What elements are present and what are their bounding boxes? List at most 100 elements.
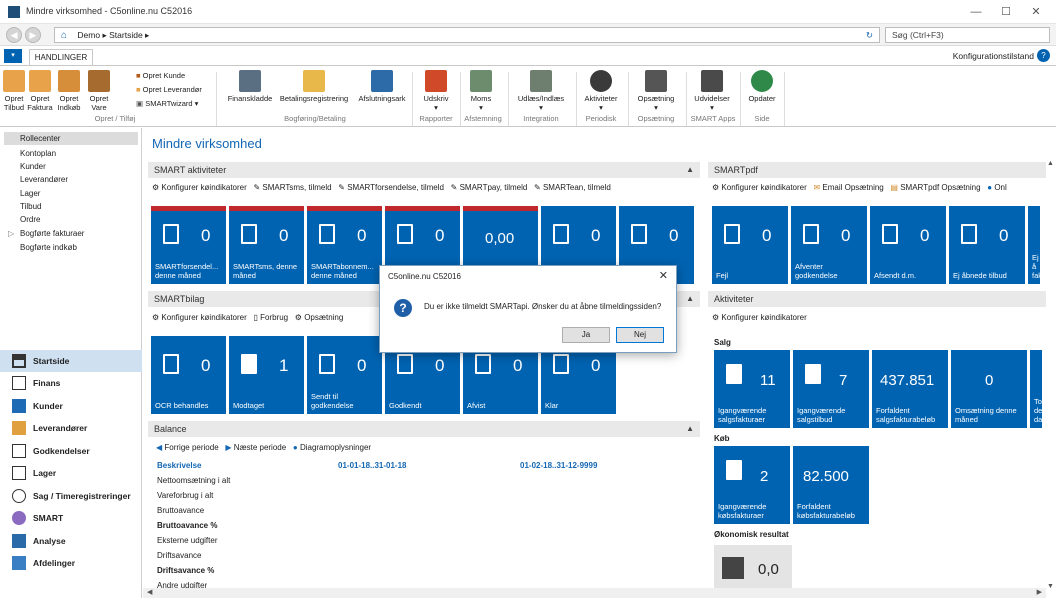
nav-section-analyse[interactable]: Analyse xyxy=(0,530,142,552)
configure-indicators-link[interactable]: Konfigurer køindikatorer xyxy=(161,183,246,192)
balance-row[interactable]: Driftsavance % xyxy=(157,563,214,578)
smartpdf-tile[interactable]: 0 Ej åbnede tilbud xyxy=(949,206,1025,284)
no-button[interactable]: Nej xyxy=(616,327,664,343)
home-icon[interactable]: ⌂ xyxy=(61,30,67,41)
balance-row[interactable]: Eksterne udgifter xyxy=(157,533,217,548)
smartean-signup-link[interactable]: SMARTean, tilmeld xyxy=(543,183,611,192)
config-mode-link[interactable]: Konfigurationstilstand xyxy=(953,51,1034,61)
nav-section-leverandoerer[interactable]: Leverandører xyxy=(0,417,142,439)
email-setup-link[interactable]: Email Opsætning xyxy=(822,183,883,192)
smartpdf-setup-link[interactable]: SMARTpdf Opsætning xyxy=(900,183,980,192)
smartpdf-tile[interactable]: 0 Fejl xyxy=(712,206,788,284)
configure-indicators-link[interactable]: Konfigurer køindikatorer xyxy=(161,313,246,322)
horizontal-scrollbar[interactable]: ◀ ▶ xyxy=(143,588,1046,598)
nav-section-afdelinger[interactable]: Afdelinger xyxy=(0,552,142,574)
nav-section-smart[interactable]: SMART xyxy=(0,507,142,529)
setup-button[interactable]: Opsætning ▾ xyxy=(632,70,680,112)
extensions-button[interactable]: Udvidelser ▾ xyxy=(690,70,734,112)
online-link[interactable]: Onl xyxy=(994,183,1006,192)
collapse-icon[interactable]: ▲ xyxy=(686,421,694,437)
activities-button[interactable]: Aktiviteter ▾ xyxy=(580,70,622,112)
smartpdf-tile[interactable]: Ej å fakt xyxy=(1028,206,1042,284)
expand-icon[interactable]: ▷ xyxy=(8,229,14,238)
smartpay-signup-link[interactable]: SMARTpay, tilmeld xyxy=(460,183,528,192)
collapse-icon[interactable]: ▲ xyxy=(686,291,694,307)
smartsms-signup-link[interactable]: SMARTsms, tilmeld xyxy=(262,183,331,192)
purchase-tile[interactable]: 2 Igangværende købsfakturaer xyxy=(714,446,790,524)
column-header-period2[interactable]: 01-02-18..31-12-9999 xyxy=(520,458,597,473)
balance-row[interactable]: Nettoomsætning i alt xyxy=(157,473,230,488)
yes-button[interactable]: Ja xyxy=(562,327,610,343)
back-icon[interactable]: ◀ xyxy=(6,27,22,43)
minimize-button[interactable]: — xyxy=(962,3,990,21)
create-vendor-button[interactable]: ■ Opret Leverandør xyxy=(136,84,202,95)
nav-item-bogfoerte-fakturaer[interactable]: Bogførte fakturaer xyxy=(20,229,84,238)
create-purchase-button[interactable]: Opret Indkøb xyxy=(56,70,82,112)
sales-tile[interactable]: 437.851 Forfaldent salgsfakturabeløb xyxy=(872,350,948,428)
forward-icon[interactable]: ▶ xyxy=(25,27,41,43)
smartpdf-tile[interactable]: 0 Afsendt d.m. xyxy=(870,206,946,284)
nav-item-ordre[interactable]: Ordre xyxy=(20,215,40,224)
smart-activity-tile[interactable]: 0 SMARTabonnem... denne måned xyxy=(307,206,382,284)
vat-button[interactable]: Moms ▾ xyxy=(464,70,498,112)
smart-activity-tile[interactable]: 0 SMARTsms, denne måned xyxy=(229,206,304,284)
nav-item-leverandoerer[interactable]: Leverandører xyxy=(20,175,68,184)
balance-row[interactable]: Bruttoavance xyxy=(157,503,204,518)
nav-item-lager[interactable]: Lager xyxy=(20,189,40,198)
sales-tile[interactable]: 0 Omsætning denne måned xyxy=(951,350,1027,428)
purchase-tile[interactable]: 82.500 Forfaldent købsfakturabeløb xyxy=(793,446,869,524)
help-icon[interactable]: ? xyxy=(1037,49,1050,62)
smart-activity-tile[interactable]: 0 SMARTforsendel... denne måned xyxy=(151,206,226,284)
collapse-icon[interactable]: ▲ xyxy=(686,162,694,178)
create-quote-button[interactable]: Opret Tilbud xyxy=(3,70,25,112)
section-header-balance[interactable]: Balance ▲ xyxy=(148,421,700,437)
nav-item-bogfoerte-indkoeb[interactable]: Bogførte indkøb xyxy=(20,243,77,252)
import-export-button[interactable]: Udlæs/Indlæs ▾ xyxy=(512,70,570,112)
nav-section-lager[interactable]: Lager xyxy=(0,462,142,484)
breadcrumb-startside[interactable]: Startside xyxy=(109,30,143,40)
nav-item-kontoplan[interactable]: Kontoplan xyxy=(20,149,56,158)
consumption-link[interactable]: Forbrug xyxy=(260,313,288,322)
address-bar[interactable]: ⌂ Demo ▸ Startside ▸ ↻ xyxy=(54,27,880,43)
economic-result-tile[interactable]: 0,0 xyxy=(714,545,792,588)
sales-tile[interactable]: 7 Igangværende salgstilbud xyxy=(793,350,869,428)
smartforsendelse-signup-link[interactable]: SMARTforsendelse, tilmeld xyxy=(347,183,444,192)
diagram-info-link[interactable]: Diagramoplysninger xyxy=(300,443,371,452)
configure-indicators-link[interactable]: Konfigurer køindikatorer xyxy=(721,313,806,322)
payment-registration-button[interactable]: Betalingsregistrering xyxy=(276,70,352,103)
refresh-button[interactable]: Opdater xyxy=(744,70,780,103)
section-header-smart-aktiviteter[interactable]: SMART aktiviteter ▲ xyxy=(148,162,700,178)
balance-row[interactable]: Driftsavance xyxy=(157,548,201,563)
next-period-link[interactable]: Næste periode xyxy=(234,443,286,452)
smartpdf-tile[interactable]: 0 Afventer godkendelse xyxy=(791,206,867,284)
tab-handlinger[interactable]: HANDLINGER xyxy=(29,49,93,66)
refresh-icon[interactable]: ↻ xyxy=(866,28,873,42)
file-menu-button[interactable]: ▾ xyxy=(4,49,22,63)
sales-tile[interactable]: 11 Igangværende salgsfakturaer xyxy=(714,350,790,428)
smartbilag-tile[interactable]: 0 Sendt til godkendelse xyxy=(307,336,382,414)
create-invoice-button[interactable]: Opret Faktura xyxy=(27,70,53,112)
balance-row[interactable]: Andre udgifter xyxy=(157,578,207,588)
finanskladde-button[interactable]: Finanskladde xyxy=(224,70,276,103)
nav-section-startside[interactable]: Startside xyxy=(0,350,142,372)
nav-section-finans[interactable]: Finans xyxy=(0,372,142,394)
close-button[interactable]: ✕ xyxy=(1022,3,1050,21)
smartbilag-tile[interactable]: 0 OCR behandles xyxy=(151,336,226,414)
print-button[interactable]: Udskriv ▾ xyxy=(418,70,454,112)
nav-section-sag[interactable]: Sag / Timeregistreringer xyxy=(0,485,142,507)
balance-row[interactable]: Bruttoavance % xyxy=(157,518,217,533)
section-header-aktiviteter[interactable]: Aktiviteter xyxy=(708,291,1046,307)
section-header-smartpdf[interactable]: SMARTpdf xyxy=(708,162,1046,178)
dialog-close-icon[interactable]: ✕ xyxy=(659,269,668,282)
column-header-period1[interactable]: 01-01-18..31-01-18 xyxy=(338,458,407,473)
sales-tile[interactable]: To de da xyxy=(1030,350,1042,428)
configure-indicators-link[interactable]: Konfigurer køindikatorer xyxy=(721,183,806,192)
nav-item-tilbud[interactable]: Tilbud xyxy=(20,202,42,211)
smartwizard-button[interactable]: ▣ SMARTwizard ▾ xyxy=(136,98,198,109)
setup-link[interactable]: Opsætning xyxy=(304,313,343,322)
create-customer-button[interactable]: ■ Opret Kunde xyxy=(136,70,185,81)
vertical-scrollbar[interactable]: ▲ ▼ xyxy=(1046,160,1056,590)
maximize-button[interactable]: ☐ xyxy=(992,3,1020,21)
nav-section-godkendelser[interactable]: Godkendelser xyxy=(0,440,142,462)
nav-item-kunder[interactable]: Kunder xyxy=(20,162,46,171)
